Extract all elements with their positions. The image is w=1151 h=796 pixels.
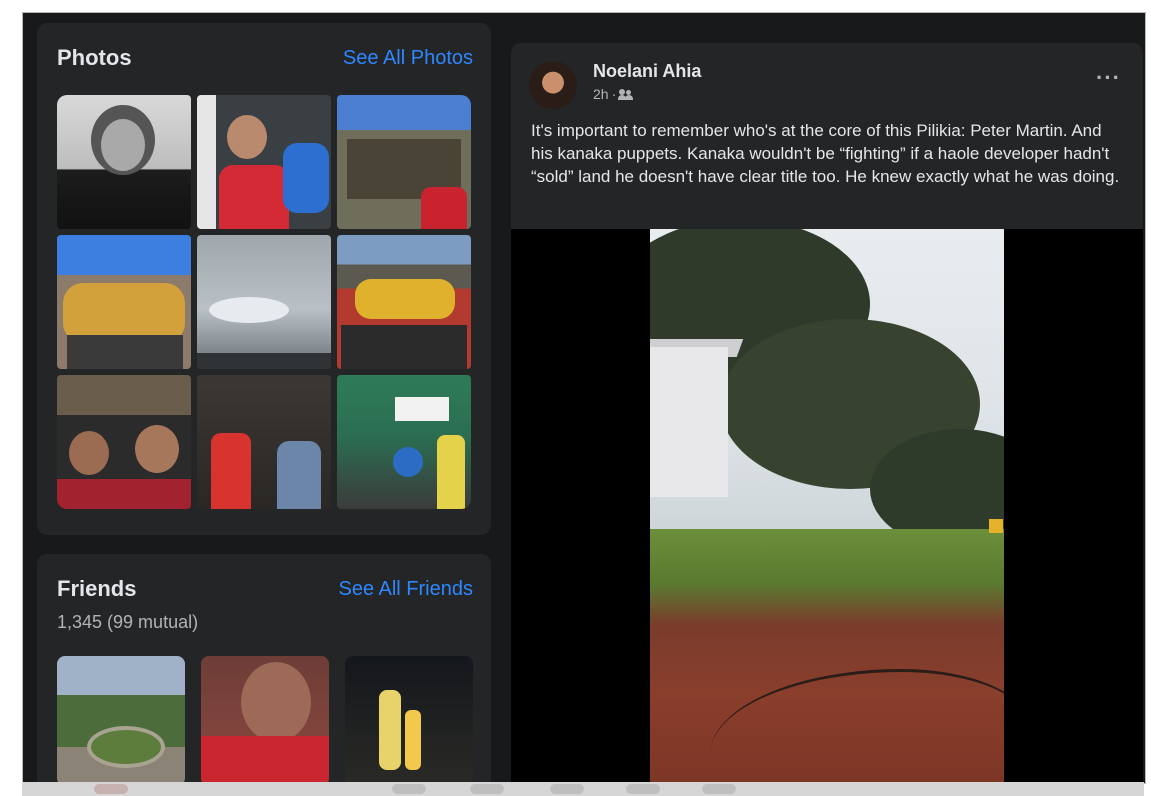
taskbar-app-icon[interactable] bbox=[392, 784, 426, 794]
post-author[interactable]: Noelani Ahia bbox=[593, 61, 701, 82]
friends-card: Friends See All Friends 1,345 (99 mutual… bbox=[37, 554, 491, 783]
taskbar bbox=[22, 782, 1144, 796]
photo-thumbnail[interactable] bbox=[197, 235, 331, 369]
author-avatar[interactable] bbox=[529, 61, 577, 109]
taskbar-app-icon[interactable] bbox=[94, 784, 128, 794]
friend-photo[interactable] bbox=[57, 656, 185, 783]
friend-photo[interactable] bbox=[345, 656, 473, 783]
friends-icon[interactable] bbox=[618, 88, 634, 100]
post-meta: 2h · bbox=[593, 86, 634, 102]
screenshot-frame: Photos See All Photos Friends See All Fr… bbox=[22, 12, 1146, 784]
photos-title: Photos bbox=[57, 45, 132, 70]
post-photo[interactable] bbox=[650, 229, 1004, 783]
post-media[interactable] bbox=[511, 229, 1143, 783]
friend-photo[interactable] bbox=[201, 656, 329, 783]
see-all-photos-link[interactable]: See All Photos bbox=[343, 47, 473, 70]
taskbar-app-icon[interactable] bbox=[702, 784, 736, 794]
photo-thumbnail[interactable] bbox=[197, 375, 331, 509]
taskbar-app-icon[interactable] bbox=[470, 784, 504, 794]
photo-thumbnail[interactable] bbox=[337, 235, 471, 369]
photos-card: Photos See All Photos bbox=[37, 23, 491, 535]
taskbar-app-icon[interactable] bbox=[550, 784, 584, 794]
road-sign bbox=[989, 519, 1003, 533]
photo-thumbnail[interactable] bbox=[197, 95, 331, 229]
post-time[interactable]: 2h bbox=[593, 86, 609, 102]
friends-count: 1,345 (99 mutual) bbox=[57, 612, 199, 632]
photo-thumbnail[interactable] bbox=[57, 95, 191, 229]
meta-separator: · bbox=[611, 86, 617, 102]
photo-thumbnail[interactable] bbox=[337, 375, 471, 509]
taskbar-app-icon[interactable] bbox=[626, 784, 660, 794]
photos-grid bbox=[57, 95, 471, 509]
friends-grid bbox=[57, 656, 473, 783]
post-text: It's important to remember who's at the … bbox=[531, 121, 1120, 186]
more-options-icon[interactable]: ··· bbox=[1096, 65, 1121, 91]
post-card: Noelani Ahia 2h · ··· It's important to … bbox=[511, 43, 1143, 783]
photo-thumbnail[interactable] bbox=[57, 235, 191, 369]
see-all-friends-link[interactable]: See All Friends bbox=[338, 578, 473, 601]
photo-thumbnail[interactable] bbox=[57, 375, 191, 509]
friends-title: Friends bbox=[57, 576, 137, 601]
house bbox=[650, 347, 728, 497]
photo-thumbnail[interactable] bbox=[337, 95, 471, 229]
